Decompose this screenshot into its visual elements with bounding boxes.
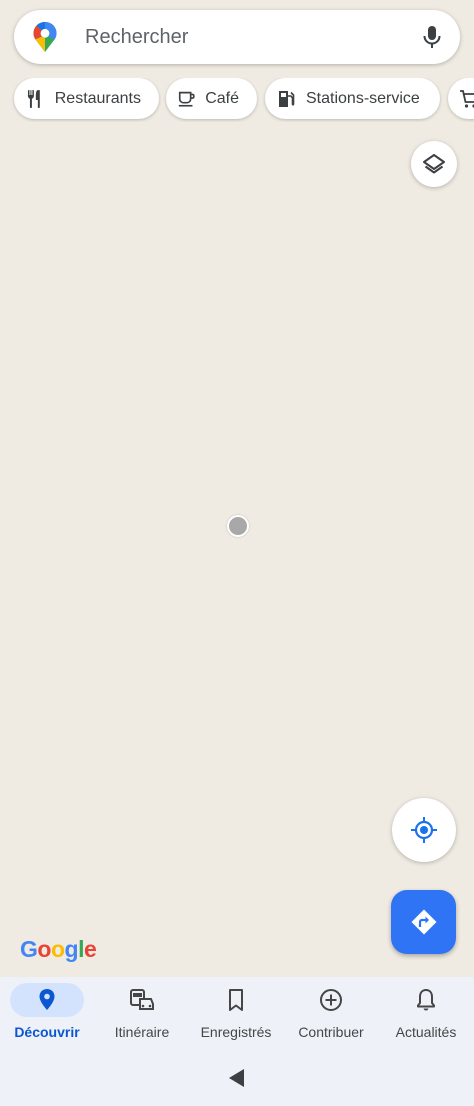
nav-label: Itinéraire [114, 1024, 170, 1040]
chip-gas-stations[interactable]: Stations-service [265, 78, 440, 119]
shopping-cart-icon [460, 89, 474, 108]
search-input[interactable]: Rechercher [85, 25, 188, 49]
google-maps-pin-icon [33, 22, 57, 52]
nav-label: Enregistrés [200, 1024, 272, 1040]
directions-icon [411, 909, 437, 935]
chip-label: Café [205, 89, 239, 107]
bell-icon [417, 989, 435, 1011]
nav-updates[interactable]: Actualités [379, 977, 473, 1049]
bottom-navigation: Découvrir Itinéraire Enregistrés Contrib… [0, 977, 474, 1049]
category-chips: Restaurants Café Stations-service [0, 78, 474, 122]
map-canvas[interactable]: Rechercher Restaurants Café Stations-ser… [0, 0, 474, 977]
bookmark-icon [229, 989, 243, 1011]
coffee-cup-icon [178, 91, 195, 107]
add-circle-icon [320, 989, 342, 1011]
chip-label: Restaurants [54, 89, 141, 107]
location-pin-icon [39, 989, 55, 1010]
chip-label: Stations-service [306, 89, 420, 107]
back-triangle-icon[interactable] [227, 1068, 247, 1088]
commute-icon [130, 989, 154, 1010]
my-location-icon [411, 817, 437, 843]
chip-shopping[interactable] [448, 78, 474, 119]
chip-cafe[interactable]: Café [166, 78, 257, 119]
nav-label: Actualités [395, 1024, 457, 1040]
nav-label: Découvrir [14, 1024, 80, 1040]
directions-button[interactable] [391, 890, 456, 954]
nav-contribute[interactable]: Contribuer [284, 977, 378, 1049]
chip-restaurants[interactable]: Restaurants [14, 78, 159, 119]
search-bar[interactable]: Rechercher [14, 10, 460, 64]
system-navigation-bar [0, 1049, 474, 1106]
nav-explore[interactable]: Découvrir [0, 977, 94, 1049]
gas-pump-icon [279, 90, 295, 107]
nav-label: Contribuer [298, 1024, 364, 1040]
microphone-icon[interactable] [418, 23, 446, 51]
google-attribution-logo: Google [20, 936, 97, 962]
my-location-button[interactable] [392, 798, 456, 862]
layers-button[interactable] [411, 141, 457, 187]
current-location-dot [227, 515, 249, 537]
nav-commute[interactable]: Itinéraire [95, 977, 189, 1049]
nav-saved[interactable]: Enregistrés [189, 977, 283, 1049]
fork-knife-icon [27, 89, 40, 108]
layers-icon [423, 154, 445, 174]
